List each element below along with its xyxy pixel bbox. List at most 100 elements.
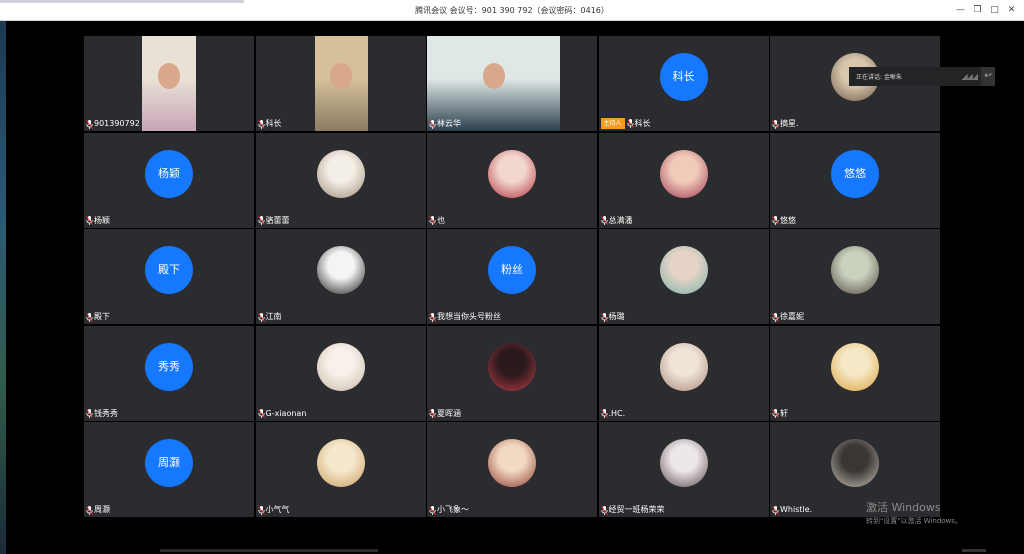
participant-name: .HC.: [608, 408, 626, 418]
person-silhouette: [482, 62, 505, 89]
participant-name: 科长: [265, 119, 282, 128]
restore-button[interactable]: ❐: [969, 2, 986, 18]
mic-muted-icon: [86, 505, 93, 515]
mic-muted-icon: [600, 312, 608, 322]
participant-name: 江南: [265, 312, 282, 321]
nameplate: 轩: [772, 409, 788, 419]
participant-tile[interactable]: 林云华: [427, 36, 597, 131]
participant-tile[interactable]: 骆蕾蕾: [255, 132, 426, 228]
mic-muted-icon: [772, 119, 779, 129]
participant-name: 总满潘: [608, 215, 633, 225]
mic-muted-icon: [429, 119, 436, 129]
participant-video: [427, 36, 560, 131]
participant-tile[interactable]: 科长: [255, 36, 426, 131]
mic-muted-icon: [600, 409, 608, 418]
signal-icon: ◢◢◢: [961, 72, 979, 81]
mic-muted-icon: [429, 216, 436, 225]
avatar-photo: [659, 246, 708, 294]
minimize-button[interactable]: —: [952, 2, 969, 18]
mic-muted-icon: [429, 505, 436, 515]
participant-video: [314, 36, 368, 131]
participant-tile[interactable]: 周灏 周灏: [84, 422, 254, 517]
participant-tile[interactable]: 总满潘: [598, 132, 769, 228]
participant-tile[interactable]: 悠悠 悠悠: [770, 132, 940, 228]
nameplate: 小飞象～: [429, 505, 469, 515]
avatar-photo: [316, 149, 365, 198]
mic-muted-icon: [86, 409, 93, 418]
participant-tile[interactable]: 杨颖 杨颖: [84, 132, 254, 228]
participant-tile[interactable]: 粉丝 我想当你头号粉丝: [427, 229, 597, 324]
participant-tile[interactable]: 科长 主持人 科长: [598, 36, 769, 131]
nameplate: G-xiaonan: [257, 409, 306, 419]
mic-muted-icon: [257, 505, 265, 515]
participant-name: 科长: [634, 118, 651, 128]
speaking-indicator[interactable]: 正在讲话: 金晰朱 ◢◢◢ ↩: [849, 67, 995, 86]
participant-tile[interactable]: 夏晖涵: [427, 325, 597, 421]
avatar-initials: 科长: [659, 53, 708, 101]
mic-muted-icon: [86, 119, 93, 129]
participant-tile[interactable]: 901390792: [84, 36, 254, 131]
avatar-photo: [488, 149, 536, 198]
nameplate: Whistle.: [772, 505, 812, 515]
avatar-photo: [831, 246, 879, 294]
avatar-initials: 殿下: [145, 246, 193, 294]
mic-muted-icon: [86, 312, 93, 322]
mic-muted-icon: [772, 505, 779, 515]
participant-tile[interactable]: 秀秀 钱秀秀: [84, 325, 254, 421]
participant-tile[interactable]: 小气气: [255, 422, 426, 517]
participant-tile[interactable]: 杨璐: [598, 229, 769, 324]
participant-name: 林云华: [437, 119, 461, 128]
person-silhouette: [158, 62, 180, 89]
mic-muted-icon: [600, 216, 608, 225]
mic-muted-icon: [626, 119, 634, 128]
avatar-photo: [488, 342, 536, 391]
mic-muted-icon: [772, 216, 779, 225]
nameplate: 小气气: [257, 505, 290, 515]
participant-tile[interactable]: 也: [427, 132, 597, 228]
participant-name: 901390792: [94, 119, 140, 128]
nameplate: 科长: [257, 119, 282, 129]
window-title: 腾讯会议 会议号：901 390 792（会议密码：0416）: [415, 6, 609, 15]
watermark-title: 激活 Windows: [866, 501, 941, 514]
mic-muted-icon: [429, 409, 436, 418]
participant-tile[interactable]: 江南: [255, 229, 426, 324]
participant-name: 经贸一班杨荣荣: [608, 505, 665, 514]
avatar-photo: [316, 342, 365, 391]
nameplate: 主持人 科长: [600, 118, 651, 129]
participant-name: 悠悠: [780, 215, 796, 225]
collapse-icon[interactable]: ↩: [981, 67, 995, 86]
person-silhouette: [330, 62, 352, 89]
participant-name: 钱秀秀: [94, 408, 118, 418]
title-bar: 腾讯会议 会议号：901 390 792（会议密码：0416） — ❐ □ ✕: [0, 0, 1024, 21]
mic-muted-icon: [257, 312, 265, 322]
nameplate: 杨颖: [86, 216, 110, 226]
windows-activation-watermark: 激活 Windows 转到"设置"以激活 Windows。: [866, 499, 962, 526]
nameplate: 也: [429, 216, 445, 226]
participant-name: 殿下: [94, 312, 110, 321]
taskbar-indicator: [962, 549, 986, 552]
mic-muted-icon: [257, 216, 265, 225]
participant-name: 杨璐: [608, 312, 625, 321]
maximize-button[interactable]: □: [986, 2, 1003, 18]
participant-name: 我想当你头号粉丝: [437, 312, 501, 321]
nameplate: 周灏: [86, 505, 110, 515]
avatar-photo: [831, 439, 879, 487]
participant-name: 也: [437, 215, 445, 225]
participant-tile[interactable]: 小飞象～: [427, 422, 597, 517]
participant-tile[interactable]: .HC.: [598, 325, 769, 421]
close-button[interactable]: ✕: [1003, 2, 1020, 18]
participant-name: 小气气: [265, 505, 290, 514]
participant-tile[interactable]: 徐嘉妮: [770, 229, 940, 324]
participant-tile[interactable]: 轩: [770, 325, 940, 421]
participant-tile[interactable]: G-xiaonan: [255, 325, 426, 421]
host-badge: 主持人: [600, 118, 625, 129]
participant-name: 摘星.: [780, 119, 799, 128]
nameplate: 夏晖涵: [429, 409, 461, 419]
taskbar-edge: [160, 549, 378, 552]
avatar-photo: [316, 246, 365, 294]
participant-grid: 901390792 科长 林云华 科长 主持人 科长 摘星. 杨颖 杨颖 骆蕾蕾也总满潘 悠悠 悠悠殿…: [84, 36, 940, 517]
avatar-photo: [659, 342, 708, 391]
participant-tile[interactable]: 殿下 殿下: [84, 229, 254, 324]
participant-tile[interactable]: 经贸一班杨荣荣: [598, 422, 769, 517]
window-controls: — ❐ □ ✕: [952, 2, 1020, 18]
